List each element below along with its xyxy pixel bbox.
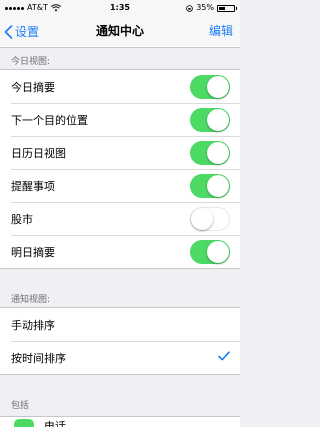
status-right: 35% [186,0,237,16]
rotation-lock-icon [186,4,193,12]
list-item: 今日摘要 [0,70,240,103]
toggle-knob [207,109,229,131]
list-item-label: 日历日视图 [11,146,66,160]
toggle-switch[interactable] [190,240,230,264]
today-view-header: 今日视图: [11,57,51,67]
sort-option-label: 手动排序 [11,318,55,332]
sort-option[interactable]: 按时间排序 [0,341,240,374]
list-item-label: 明日摘要 [11,245,55,259]
list-item-label: 提醒事项 [11,179,55,193]
list-item-label: 下一个目的位置 [11,113,88,127]
toggle-knob [207,142,229,164]
notification-view-group: 手动排序 按时间排序 [0,307,240,375]
list-item: 股市 [0,202,240,235]
today-view-group: 今日摘要下一个目的位置 日历日视图提醒事项股市明日摘要 [0,69,240,269]
list-item: 下一个目的位置 [0,103,240,136]
list-item: 提醒事项 [0,169,240,202]
battery-icon [217,4,237,12]
navigation-bar: 设置 通知中心 编辑 [0,16,240,48]
toggle-switch[interactable] [190,108,230,132]
include-header: 包括 [11,401,30,411]
list-item-label: 今日摘要 [11,80,55,94]
include-list-item[interactable]: 电话 [0,416,240,427]
toggle-switch[interactable] [190,174,230,198]
edit-button[interactable]: 编辑 [209,16,233,47]
list-item-label: 股市 [11,212,33,226]
battery-percent: 35% [196,3,214,12]
toggle-switch[interactable] [190,75,230,99]
toggle-switch[interactable] [190,141,230,165]
list-item: 日历日视图 [0,136,240,169]
toggle-knob [207,175,229,197]
page-title: 通知中心 [95,24,144,38]
sort-option[interactable]: 手动排序 [0,308,240,341]
list-item: 明日摘要 [0,235,240,268]
toggle-knob [207,241,229,263]
battery-fill [219,6,225,10]
toggle-knob [207,76,229,98]
sort-option-label: 按时间排序 [11,351,66,365]
toggle-switch[interactable] [190,207,230,231]
status-bar: AT&T 1:35 35% [0,0,240,16]
toggle-knob [191,208,213,230]
checkmark-icon [218,351,230,361]
notification-view-header: 通知视图: [11,295,51,305]
